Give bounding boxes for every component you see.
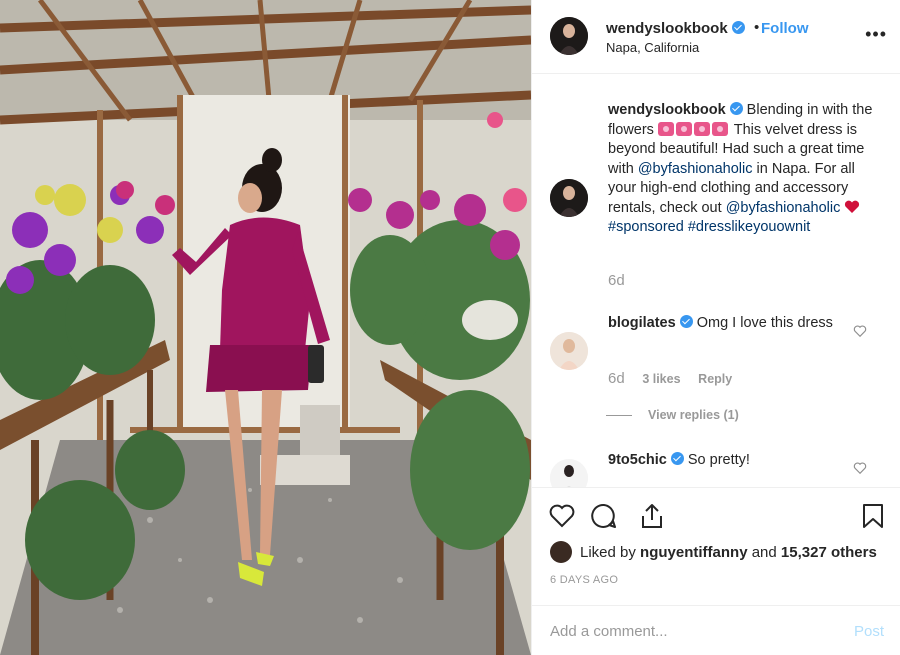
author-avatar-image: [550, 17, 588, 55]
divider: [606, 415, 632, 417]
author-avatar[interactable]: [550, 17, 588, 55]
caption-time[interactable]: 6d: [608, 272, 625, 289]
flower-emoji-icon: [693, 121, 710, 136]
comment-time[interactable]: 6d: [608, 370, 625, 387]
comment-input[interactable]: [550, 618, 830, 644]
author-username[interactable]: wendyslookbook: [606, 20, 745, 37]
post-sidebar: wendyslookbook • Follow Napa, California…: [531, 0, 900, 655]
likes-count[interactable]: 15,327 others: [781, 544, 877, 561]
instagram-post: wendyslookbook • Follow Napa, California…: [0, 0, 900, 655]
like-comment-heart-icon[interactable]: [853, 461, 867, 475]
view-replies-label: View replies (1): [648, 408, 739, 422]
likes-conjunction: and: [751, 543, 777, 561]
caption-text: wendyslookbook Blending in with the flow…: [608, 101, 878, 238]
post-photo[interactable]: [0, 0, 531, 655]
reply-button[interactable]: Reply: [698, 372, 732, 386]
liker-username[interactable]: nguyentiffanny: [640, 544, 748, 561]
comment-text: blogilates Omg I love this dress: [608, 314, 848, 334]
header-separator: •: [754, 19, 760, 36]
commenter-avatar[interactable]: [550, 459, 588, 487]
likes-summary[interactable]: Liked by nguyentiffanny and 15,327 other…: [550, 541, 877, 563]
post-date[interactable]: 6 DAYS AGO: [550, 574, 618, 586]
commenter-username[interactable]: 9to5chic: [608, 452, 667, 468]
commenter-username[interactable]: blogilates: [608, 315, 676, 331]
liker-avatar[interactable]: [550, 541, 572, 563]
caption-username[interactable]: wendyslookbook: [608, 102, 726, 118]
follow-button[interactable]: Follow: [761, 20, 809, 37]
likes-prefix: Liked by: [580, 543, 636, 561]
flower-emoji-icon: [711, 121, 728, 136]
flower-emoji-icon: [657, 121, 674, 136]
like-comment-heart-icon[interactable]: [853, 324, 867, 338]
comments-list[interactable]: wendyslookbook Blending in with the flow…: [532, 75, 900, 487]
comment-icon[interactable]: [590, 502, 618, 530]
comment-body: So pretty!: [687, 452, 750, 468]
comment-likes[interactable]: 3 likes: [642, 372, 680, 386]
comment-meta: 6d 3 likes Reply: [608, 370, 732, 387]
add-comment-bar: Post: [532, 605, 900, 655]
comment-text: 9to5chic So pretty!: [608, 451, 878, 471]
post-header: wendyslookbook • Follow Napa, California…: [532, 0, 900, 74]
mention-link[interactable]: @byfashionaholic: [726, 200, 841, 216]
heart-icon[interactable]: [548, 502, 576, 530]
hashtag-link[interactable]: #sponsored: [608, 219, 684, 235]
heart-emoji-icon: [845, 200, 860, 213]
location-link[interactable]: Napa, California: [606, 40, 699, 55]
commenter-avatar-image: [550, 332, 588, 370]
mention-link[interactable]: @byfashionaholic: [638, 161, 753, 177]
flower-emoji-icon: [675, 121, 692, 136]
greenhouse-photo: [0, 0, 531, 655]
commenter-avatar[interactable]: [550, 332, 588, 370]
caption-avatar-image: [550, 179, 588, 217]
verified-badge-icon: [731, 21, 745, 34]
bookmark-icon[interactable]: [859, 502, 887, 530]
verified-badge-icon: [729, 102, 743, 115]
post-actions: Liked by nguyentiffanny and 15,327 other…: [532, 487, 900, 605]
verified-badge-icon: [670, 452, 684, 465]
commenter-avatar-image: [550, 459, 588, 487]
share-icon[interactable]: [638, 502, 666, 530]
more-options-icon[interactable]: •••: [865, 24, 887, 45]
comment-body: Omg I love this dress: [696, 315, 833, 331]
hashtag-link[interactable]: #dresslikeyouownit: [688, 219, 811, 235]
caption-avatar[interactable]: [550, 179, 588, 217]
caption-meta: 6d: [608, 272, 625, 289]
view-replies-button[interactable]: View replies (1): [606, 408, 739, 422]
post-comment-button[interactable]: Post: [854, 623, 884, 640]
verified-badge-icon: [679, 315, 693, 328]
